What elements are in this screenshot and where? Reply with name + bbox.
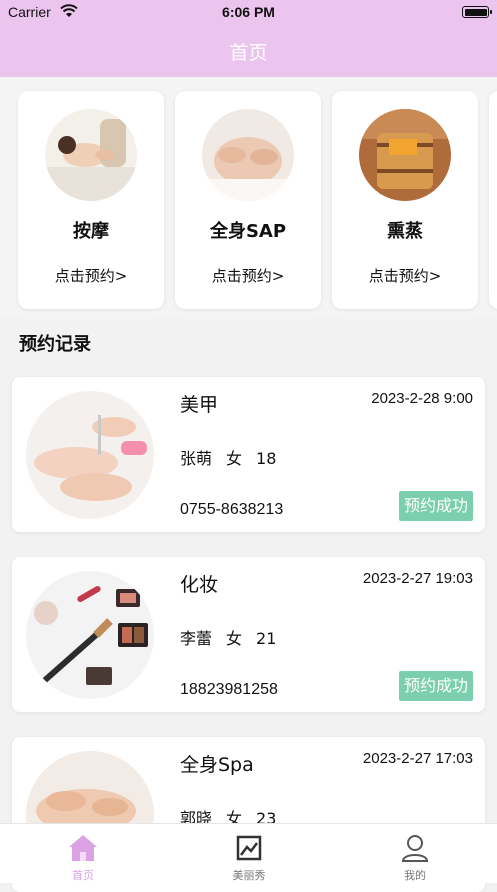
record-card[interactable]: 美甲 2023-2-28 9:00 张萌女 18 0755-8638213 预约成… — [12, 377, 485, 532]
tab-label: 美丽秀 — [232, 869, 266, 882]
service-name: 按摩 — [73, 221, 109, 242]
makeup-photo — [26, 571, 154, 699]
service-card-next[interactable] — [489, 91, 497, 309]
service-card-steam[interactable]: 熏蒸 点击预约> — [332, 91, 478, 309]
nav-bar: 首页 — [0, 24, 497, 77]
clock: 6:06 PM — [222, 4, 275, 20]
records-heading: 预约记录 — [19, 334, 91, 355]
record-gender: 女 — [226, 629, 243, 648]
record-gender: 女 — [226, 449, 243, 468]
record-age: 18 — [256, 449, 277, 468]
record-time: 2023-2-28 9:00 — [371, 390, 473, 407]
record-service: 全身Spa — [180, 754, 254, 776]
tab-label: 我的 — [404, 869, 426, 882]
spa-photo — [202, 109, 294, 201]
record-time: 2023-2-27 19:03 — [362, 570, 473, 587]
record-time: 2023-2-27 17:03 — [362, 750, 473, 767]
home-icon — [69, 835, 97, 861]
record-phone: 0755-8638213 — [180, 501, 284, 518]
tab-label: 首页 — [72, 869, 94, 882]
page-title: 首页 — [229, 42, 268, 64]
manicure-photo — [26, 391, 154, 519]
record-person: 张萌女 18 — [180, 445, 290, 469]
steam-barrel-photo — [359, 109, 451, 201]
service-name: 全身SAP — [209, 221, 287, 242]
service-card-spa[interactable]: 全身SAP 点击预约> — [175, 91, 321, 309]
user-icon — [401, 835, 429, 862]
tab-bar: 首页 美丽秀 我的 — [0, 823, 497, 883]
status-badge: 预约成功 — [398, 491, 473, 521]
record-person: 李蕾女 21 — [180, 625, 290, 649]
record-service: 化妆 — [180, 574, 219, 596]
record-name: 张萌 — [180, 449, 213, 468]
tab-profile[interactable]: 我的 — [332, 824, 497, 884]
image-icon — [236, 835, 262, 861]
status-bar: Carrier 6:06 PM — [0, 0, 497, 24]
tab-home[interactable]: 首页 — [0, 824, 166, 884]
record-age: 21 — [256, 629, 277, 648]
massage-photo — [45, 109, 137, 201]
battery-icon — [462, 6, 492, 18]
service-carousel[interactable]: 按摩 点击预约> 全身SAP 点击预约> 熏蒸 点击预约> — [0, 77, 497, 317]
record-card[interactable]: 化妆 2023-2-27 19:03 李蕾女 21 18823981258 预约成… — [12, 557, 485, 712]
service-card-massage[interactable]: 按摩 点击预约> — [18, 91, 164, 309]
service-name: 熏蒸 — [387, 221, 423, 242]
record-name: 李蕾 — [180, 629, 213, 648]
tab-showcase[interactable]: 美丽秀 — [166, 824, 332, 884]
book-link[interactable]: 点击预约> — [332, 265, 478, 286]
book-link[interactable]: 点击预约> — [175, 265, 321, 286]
record-phone: 18823981258 — [180, 681, 278, 698]
status-badge: 预约成功 — [398, 671, 473, 701]
record-service: 美甲 — [180, 394, 219, 416]
book-link[interactable]: 点击预约> — [18, 265, 164, 286]
